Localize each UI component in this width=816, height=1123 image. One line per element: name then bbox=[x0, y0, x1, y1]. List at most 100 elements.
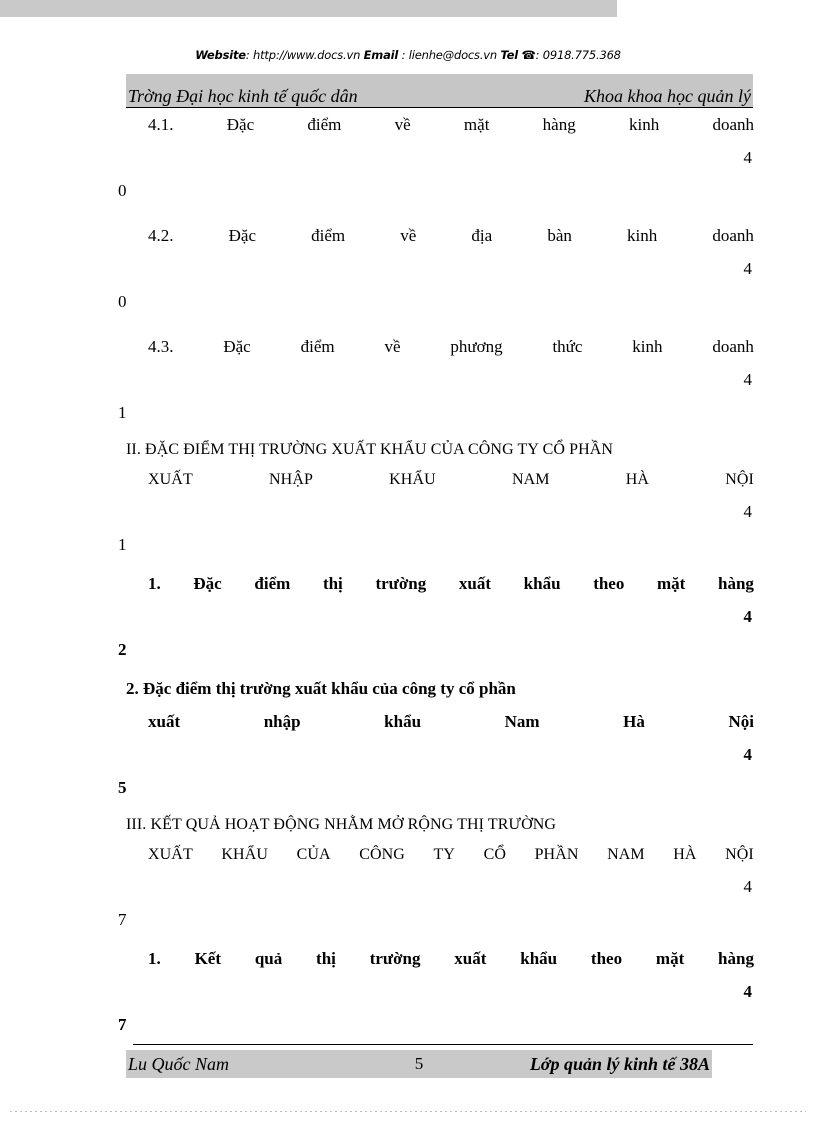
toc-word: điểm bbox=[254, 574, 291, 593]
toc-word: HÀ bbox=[625, 471, 650, 488]
toc-word: theo bbox=[590, 949, 623, 968]
toc-page-number-tail: 7 bbox=[118, 1015, 127, 1034]
toc-entry-text: 1. Kết quả thị trường xuất khẩu theo mặt… bbox=[126, 942, 754, 975]
toc-word: CÔNG bbox=[359, 846, 405, 863]
toc-spacer bbox=[126, 318, 754, 330]
toc-word: xuất bbox=[458, 574, 491, 593]
toc-word: thị bbox=[322, 574, 343, 593]
toc-word: hàng bbox=[718, 574, 754, 593]
toc-word: điểm bbox=[311, 226, 346, 245]
toc-word: Đặc bbox=[223, 337, 251, 356]
website-url: http://www.docs.vn bbox=[253, 48, 361, 62]
toc-word: hàng bbox=[718, 949, 754, 968]
toc-word: 1. bbox=[148, 574, 161, 593]
page-footer-inner: Lu Quốc Nam 5 Lớp quản lý kinh tế 38A bbox=[126, 1050, 712, 1078]
toc-section-title-line2: XUẤT KHẨU CỦA CÔNG TY CỔ PHẦN NAM HÀ NỘI bbox=[126, 840, 754, 870]
toc-word: khẩu bbox=[523, 574, 561, 593]
toc-word: 4.2. bbox=[148, 226, 174, 245]
toc-word: XUẤT bbox=[148, 471, 193, 488]
email-label: Email bbox=[363, 48, 399, 62]
toc-word: NAM bbox=[607, 846, 645, 863]
toc-word: TY bbox=[433, 846, 456, 863]
toc-page-number-head: 4 bbox=[743, 745, 753, 764]
toc-word: địa bbox=[471, 226, 493, 245]
toc-word: mặt bbox=[657, 574, 686, 593]
toc-entry-section-2: II. ĐẶC ĐIỂM THỊ TRƯỜNG XUẤT KHẨU CỦA CÔ… bbox=[118, 435, 754, 561]
toc-word: CỦA bbox=[296, 846, 331, 863]
docs-watermark-banner: Website: http://www.docs.vn Email : lien… bbox=[0, 48, 816, 62]
toc-entry-section-3: III. KẾT QUẢ HOẠT ĐỘNG NHẰM MỞ RỘNG THỊ … bbox=[118, 810, 754, 936]
toc-word: CỔ bbox=[483, 846, 507, 863]
top-scan-artifact-bar bbox=[0, 0, 617, 17]
toc-page-number-tail: 1 bbox=[118, 535, 127, 554]
toc-word: bàn bbox=[547, 226, 572, 245]
toc-word: Đặc bbox=[226, 115, 255, 134]
toc-section-title-line1: II. ĐẶC ĐIỂM THỊ TRƯỜNG XUẤT KHẨU CỦA CÔ… bbox=[126, 441, 614, 458]
toc-word: hàng bbox=[542, 115, 576, 134]
toc-section-title-line1: III. KẾT QUẢ HOẠT ĐỘNG NHẰM MỞ RỘNG THỊ … bbox=[126, 816, 557, 833]
page-header-inner: Trờng Đại học kinh tế quốc dân Khoa khoa… bbox=[126, 86, 753, 108]
toc-section-title-line2: XUẤT NHẬP KHẨU NAM HÀ NỘI bbox=[126, 465, 754, 495]
toc-spacer bbox=[126, 207, 754, 219]
toc-page-number-head: 4 bbox=[743, 148, 753, 167]
toc-entry-text: 4.2. Đặc điểm về địa bàn kinh doanh bbox=[126, 219, 754, 252]
page-header-band: Trờng Đại học kinh tế quốc dân Khoa khoa… bbox=[126, 74, 753, 108]
toc-word: về bbox=[394, 115, 411, 134]
table-of-contents: 4.1. Đặc điểm về mặt hàng kinh doanh 4 0… bbox=[118, 108, 754, 1041]
toc-word: theo bbox=[593, 574, 625, 593]
toc-entry-ii-2: 2. Đặc điểm thị trường xuất khẩu của côn… bbox=[118, 672, 754, 804]
toc-word: KHẨU bbox=[221, 846, 269, 863]
toc-word: doanh bbox=[712, 115, 754, 134]
toc-word: khẩu bbox=[520, 949, 558, 968]
toc-entry-text-line2: xuất nhập khẩu Nam Hà Nội bbox=[126, 705, 754, 738]
toc-word: 4.1. bbox=[148, 115, 174, 134]
website-separator: : bbox=[245, 48, 250, 62]
toc-word: khẩu bbox=[384, 712, 422, 731]
toc-word: XUẤT bbox=[148, 846, 193, 863]
toc-word: Nam bbox=[504, 712, 540, 731]
toc-word: Kết bbox=[194, 949, 221, 968]
toc-word: về bbox=[384, 337, 401, 356]
header-university: Trờng Đại học kinh tế quốc dân bbox=[128, 86, 358, 106]
website-label: Website bbox=[195, 48, 246, 62]
toc-word: trường bbox=[369, 949, 421, 968]
toc-word: phương bbox=[450, 337, 503, 356]
toc-word: Đặc bbox=[228, 226, 256, 245]
toc-word: kinh bbox=[627, 226, 658, 245]
toc-page-number-tail: 0 bbox=[118, 181, 127, 200]
toc-entry-4-3: 4.3. Đặc điểm về phương thức kinh doanh … bbox=[118, 330, 754, 429]
phone-icon: ☎ bbox=[521, 48, 536, 62]
toc-page-number-head: 4 bbox=[743, 370, 753, 389]
toc-entry-iii-1: 1. Kết quả thị trường xuất khẩu theo mặt… bbox=[118, 942, 754, 1041]
header-faculty: Khoa khoa học quản lý bbox=[584, 86, 751, 106]
toc-word: Nội bbox=[728, 712, 754, 731]
toc-word: doanh bbox=[712, 337, 754, 356]
toc-word: KHẨU bbox=[389, 471, 436, 488]
toc-page-number-tail: 0 bbox=[118, 292, 127, 311]
toc-word: kinh bbox=[632, 337, 663, 356]
toc-word: NAM bbox=[511, 471, 550, 488]
toc-entry-text: 4.3. Đặc điểm về phương thức kinh doanh bbox=[126, 330, 754, 363]
toc-word: về bbox=[400, 226, 417, 245]
toc-word: PHẦN bbox=[534, 846, 579, 863]
toc-word: điểm bbox=[307, 115, 342, 134]
bottom-scan-edge bbox=[10, 1111, 806, 1112]
page-footer-band: Lu Quốc Nam 5 Lớp quản lý kinh tế 38A bbox=[126, 1050, 712, 1078]
toc-page-number-head: 4 bbox=[743, 982, 753, 1001]
toc-entry-text: 1. Đặc điểm thị trường xuất khẩu theo mặ… bbox=[126, 567, 754, 600]
toc-word: 4.3. bbox=[148, 337, 174, 356]
toc-word: trường bbox=[375, 574, 427, 593]
toc-word: Hà bbox=[623, 712, 645, 731]
toc-entry-text: 4.1. Đặc điểm về mặt hàng kinh doanh bbox=[126, 108, 754, 141]
toc-word: thức bbox=[552, 337, 583, 356]
toc-word: nhập bbox=[263, 712, 301, 731]
footer-divider bbox=[133, 1044, 753, 1045]
tel-number: 0918.775.368 bbox=[542, 48, 621, 62]
toc-word: mặt bbox=[655, 949, 685, 968]
email-separator: : bbox=[401, 48, 406, 62]
toc-page-number-head: 4 bbox=[743, 502, 753, 521]
toc-page-number-tail: 2 bbox=[118, 640, 127, 659]
tel-separator: : bbox=[535, 48, 540, 62]
toc-word: 1. bbox=[148, 949, 161, 968]
toc-page-number-tail: 7 bbox=[118, 910, 127, 929]
